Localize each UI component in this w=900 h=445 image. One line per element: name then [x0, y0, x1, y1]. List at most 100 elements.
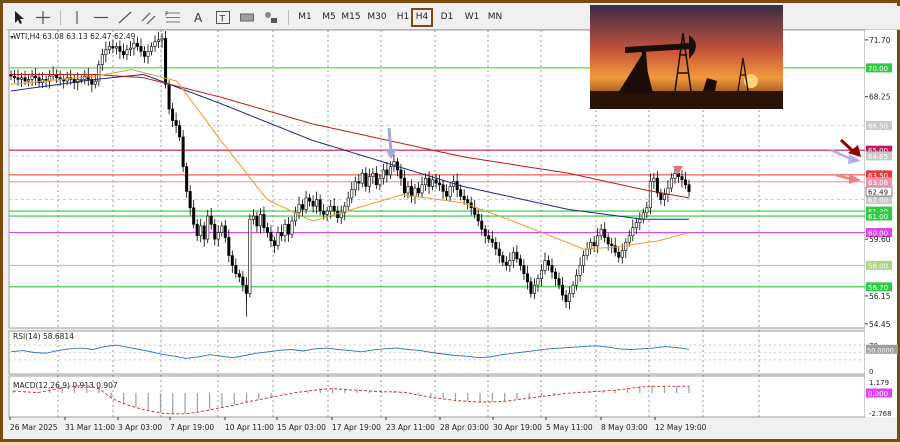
- candle: [301, 204, 305, 210]
- candle: [448, 186, 452, 197]
- candle: [118, 46, 122, 52]
- candle: [589, 242, 593, 250]
- macd-tick-label: -2.768: [869, 410, 892, 418]
- candle: [167, 84, 171, 110]
- candle: [406, 186, 410, 194]
- candle: [272, 240, 276, 246]
- candle: [220, 225, 224, 233]
- candle: [251, 215, 255, 220]
- level-price-label: 70.00: [868, 65, 888, 73]
- candle: [578, 265, 582, 276]
- candle: [388, 166, 392, 176]
- candle: [554, 271, 558, 279]
- candle: [164, 37, 168, 85]
- candle: [360, 172, 364, 184]
- candle: [290, 220, 294, 235]
- candle: [455, 181, 459, 191]
- macd-panel: [8, 375, 866, 418]
- candle: [297, 204, 301, 214]
- candle: [497, 248, 501, 256]
- candle: [315, 199, 319, 207]
- candle: [216, 232, 220, 240]
- macd-tick-label: 1.179: [869, 379, 889, 387]
- candle: [525, 273, 529, 283]
- candle: [244, 284, 248, 294]
- candle: [371, 172, 375, 177]
- candle: [30, 75, 34, 80]
- symbol-header: WTI,H4 63.08 63.13 62.47 62.49: [13, 32, 136, 41]
- candle: [174, 120, 178, 126]
- chart-canvas[interactable]: 70.0066.5065.0064.6563.5063.0862.0061.30…: [3, 3, 900, 445]
- candle: [399, 169, 403, 179]
- candle: [276, 232, 280, 246]
- rsi-level-label: 0: [869, 368, 873, 376]
- candle: [206, 215, 210, 240]
- candle: [409, 186, 413, 197]
- candle: [132, 42, 136, 49]
- candle: [16, 77, 20, 80]
- time-axis-label: 31 Mar 11:00: [65, 423, 115, 432]
- candle: [34, 75, 38, 79]
- candle: [680, 176, 684, 181]
- candle: [111, 46, 115, 49]
- candle: [153, 41, 157, 47]
- candle: [150, 46, 154, 52]
- current-price-label: 62.49: [868, 189, 888, 197]
- candle: [237, 273, 241, 278]
- candle: [669, 177, 673, 189]
- candle: [322, 210, 326, 215]
- candle: [241, 276, 245, 286]
- candle: [283, 223, 287, 237]
- candle: [483, 228, 487, 237]
- rsi-level-label: 50.0000: [867, 346, 894, 354]
- candle: [223, 225, 227, 238]
- candle: [287, 223, 291, 235]
- candle: [364, 172, 368, 187]
- rsi-panel: [8, 330, 866, 375]
- candle: [107, 46, 111, 51]
- macd-label: MACD(12,26,9) 0.913 0.907: [13, 381, 118, 390]
- price-scale: [865, 30, 897, 417]
- candle: [487, 235, 491, 240]
- candle: [645, 207, 649, 214]
- candle: [501, 255, 505, 263]
- candle: [185, 166, 189, 192]
- candle: [350, 189, 354, 199]
- candle: [459, 189, 463, 197]
- candle: [353, 181, 357, 191]
- candle: [424, 177, 428, 186]
- candle: [269, 232, 273, 242]
- level-price-label: 56.70: [868, 284, 888, 292]
- candle: [146, 51, 150, 57]
- candle: [518, 258, 522, 266]
- time-axis-label: 7 Apr 19:00: [170, 423, 214, 432]
- candle: [262, 214, 266, 228]
- candle: [427, 177, 431, 187]
- candle: [381, 169, 385, 179]
- price-tick-label: 59.60: [869, 235, 891, 244]
- candle: [568, 293, 572, 302]
- candle: [599, 228, 603, 237]
- candle: [209, 215, 213, 225]
- candle: [561, 284, 565, 296]
- oil-pumpjack-image: [590, 5, 783, 109]
- candle: [114, 46, 118, 49]
- candle: [490, 238, 494, 243]
- time-axis-label: 5 May 11:00: [546, 423, 593, 432]
- candle: [557, 278, 561, 286]
- candle: [311, 200, 315, 207]
- macd-tick-label: 0.000: [868, 390, 888, 398]
- candle: [195, 223, 199, 237]
- candle: [662, 194, 666, 200]
- candle: [494, 242, 498, 250]
- rsi-label: RSI(14) 58.6814: [13, 332, 74, 341]
- candle: [230, 255, 234, 266]
- time-axis-label: 8 May 03:00: [601, 423, 648, 432]
- candle: [234, 265, 238, 274]
- candle: [652, 177, 656, 182]
- time-axis-label: 23 Apr 11:00: [386, 423, 435, 432]
- time-axis-label: 28 Apr 03:00: [440, 423, 489, 432]
- candle: [659, 192, 663, 200]
- time-axis-label: 12 May 19:00: [655, 423, 707, 432]
- candle: [631, 227, 635, 237]
